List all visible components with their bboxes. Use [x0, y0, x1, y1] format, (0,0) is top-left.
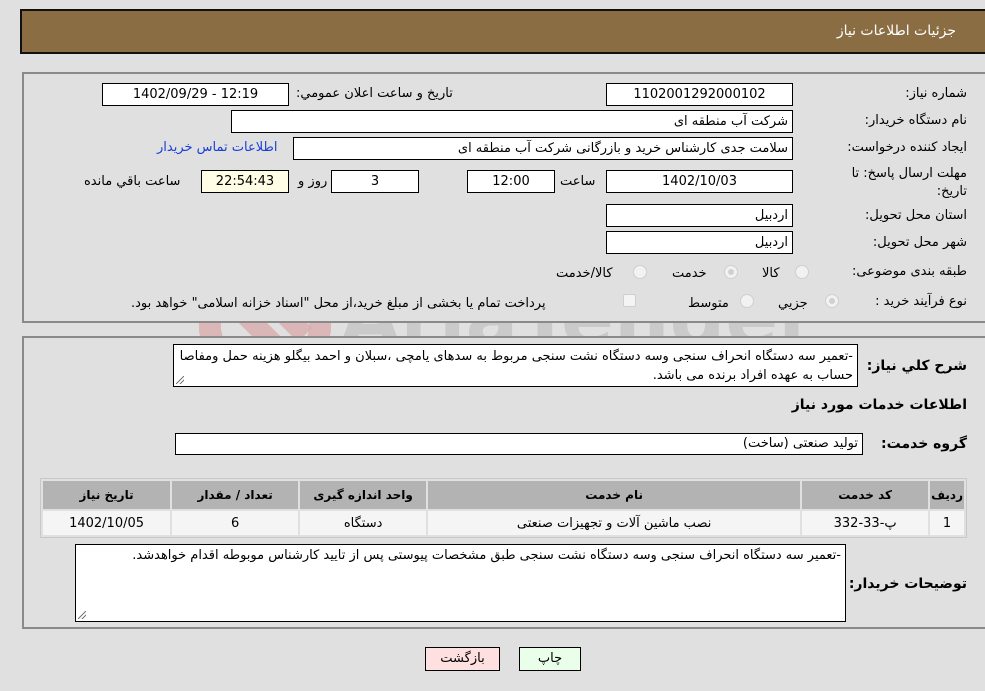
deadline-time-field: 12:00	[467, 170, 555, 193]
print-button[interactable]: چاپ	[519, 647, 581, 671]
buyer-notes-text: -تعمیر سه دستگاه انحراف سنجی وسه دستگاه …	[132, 548, 841, 563]
description-text: -تعمیر سه دستگاه انحراف سنجی وسه دستگاه …	[179, 349, 853, 383]
description-textarea[interactable]: -تعمیر سه دستگاه انحراف سنجی وسه دستگاه …	[173, 344, 858, 387]
table-row: 1 پ-33-332 نصب ماشین آلات و تجهیزات صنعت…	[43, 511, 964, 535]
description-label: شرح کلي نیاز:	[866, 358, 967, 374]
remaining-time-field: 22:54:43	[201, 170, 289, 193]
cell-need-date: 1402/10/05	[43, 511, 171, 535]
table-header-row: ردیف کد خدمت نام خدمت واحد اندازه گیری ت…	[43, 481, 964, 509]
announce-label: تاریخ و ساعت اعلان عمومي:	[296, 86, 453, 101]
cell-unit: دستگاه	[300, 511, 427, 535]
creator-label: ایجاد کننده درخواست:	[847, 140, 967, 155]
category-radio-goods-service[interactable]	[633, 265, 647, 279]
province-label: استان محل تحویل:	[865, 208, 967, 223]
treasury-checkbox[interactable]	[623, 294, 636, 307]
col-need-date: تاریخ نیاز	[43, 481, 171, 509]
cell-row-number: 1	[930, 511, 964, 535]
page-header: جزئیات اطلاعات نیاز	[20, 9, 985, 54]
category-option-service: خدمت	[672, 266, 707, 281]
deadline-time-label: ساعت	[560, 174, 596, 189]
process-option-minor: جزیي	[778, 296, 808, 311]
col-service-name: نام خدمت	[428, 481, 801, 509]
remaining-days-field: 3	[331, 170, 419, 193]
col-unit: واحد اندازه گیری	[300, 481, 427, 509]
creator-field: سلامت جدی کارشناس خرید و بازرگانی شرکت آ…	[293, 137, 793, 160]
city-field: اردبیل	[606, 231, 793, 254]
announce-datetime-field: 1402/09/29 - 12:19	[102, 83, 289, 106]
city-label: شهر محل تحویل:	[872, 235, 967, 250]
services-table: ردیف کد خدمت نام خدمت واحد اندازه گیری ت…	[40, 478, 967, 538]
col-row-number: ردیف	[930, 481, 964, 509]
need-number-label: شماره نیاز:	[905, 86, 967, 101]
cell-quantity: 6	[172, 511, 299, 535]
col-service-code: کد خدمت	[802, 481, 929, 509]
services-heading: اطلاعات خدمات مورد نیاز	[791, 397, 967, 413]
process-radio-minor[interactable]	[825, 294, 839, 308]
page-title: جزئیات اطلاعات نیاز	[836, 23, 956, 39]
back-button[interactable]: بازگشت	[425, 647, 500, 671]
category-radio-service[interactable]	[724, 265, 738, 279]
category-radio-goods[interactable]	[795, 265, 809, 279]
remaining-label: ساعت باقي مانده	[84, 174, 181, 189]
buyer-notes-label: توضیحات خریدار:	[848, 576, 967, 592]
treasury-note: پرداخت تمام یا بخشی از مبلغ خرید،از محل …	[131, 296, 546, 311]
col-quantity: تعداد / مقدار	[172, 481, 299, 509]
buyer-contact-link[interactable]: اطلاعات تماس خریدار	[157, 140, 277, 155]
resize-grip-icon[interactable]	[176, 376, 184, 384]
buyer-notes-textarea[interactable]: -تعمیر سه دستگاه انحراف سنجی وسه دستگاه …	[75, 544, 846, 622]
process-radio-medium[interactable]	[740, 294, 754, 308]
need-number-field: 1102001292000102	[606, 83, 793, 106]
deadline-date-field: 1402/10/03	[606, 170, 793, 193]
buyer-org-label: نام دستگاه خریدار:	[864, 113, 967, 128]
buyer-org-field: شرکت آب منطقه ای	[231, 110, 793, 133]
resize-grip-icon[interactable]	[78, 611, 86, 619]
process-label: نوع فرآیند خرید :	[875, 294, 967, 309]
category-option-goods: کالا	[762, 266, 780, 281]
process-option-medium: متوسط	[688, 296, 729, 311]
service-group-field: تولید صنعتی (ساخت)	[175, 433, 863, 455]
service-group-label: گروه خدمت:	[881, 436, 967, 452]
cell-service-name: نصب ماشین آلات و تجهیزات صنعتی	[428, 511, 801, 535]
days-label: روز و	[298, 174, 328, 189]
deadline-label: مهلت ارسال پاسخ: تا تاریخ:	[851, 166, 967, 199]
province-field: اردبیل	[606, 204, 793, 227]
category-label: طبقه بندی موضوعی:	[851, 264, 967, 279]
cell-service-code: پ-33-332	[802, 511, 929, 535]
category-option-goods-service: کالا/خدمت	[556, 266, 613, 281]
